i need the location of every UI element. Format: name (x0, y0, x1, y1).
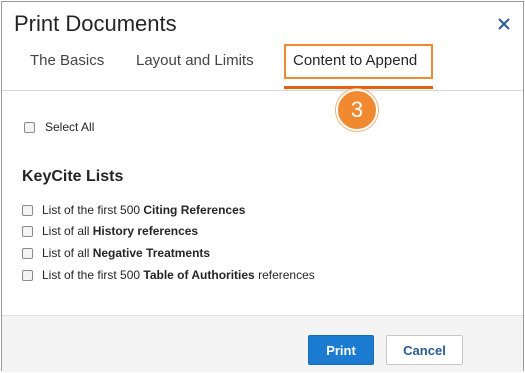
tab-the-basics[interactable]: The Basics (30, 52, 104, 69)
history-references-label: List of all History references (42, 224, 199, 238)
dialog-footer: Print Cancel (2, 315, 523, 372)
citing-references-label: List of the first 500 Citing References (42, 203, 246, 217)
tab-layout-and-limits[interactable]: Layout and Limits (136, 52, 254, 69)
step-badge: 3 (336, 89, 378, 131)
table-of-authorities-checkbox[interactable] (22, 270, 33, 281)
print-button[interactable]: Print (308, 335, 374, 365)
header-divider (2, 90, 523, 91)
citing-references-checkbox[interactable] (22, 205, 33, 216)
history-references-checkbox[interactable] (22, 226, 33, 237)
table-of-authorities-label: List of the first 500 Table of Authoriti… (42, 268, 315, 282)
tab-content-to-append[interactable]: Content to Append (293, 52, 417, 69)
print-documents-dialog: Print Documents The Basics Layout and Li… (1, 1, 524, 372)
select-all-label: Select All (45, 120, 95, 134)
negative-treatments-label: List of all Negative Treatments (42, 246, 211, 260)
tab-bar: The Basics Layout and Limits Content to … (2, 42, 523, 89)
select-all-checkbox[interactable] (24, 122, 35, 133)
negative-treatments-checkbox[interactable] (22, 248, 33, 259)
keycite-lists-heading: KeyCite Lists (22, 168, 124, 185)
close-icon[interactable] (496, 16, 512, 32)
cancel-button[interactable]: Cancel (386, 335, 463, 365)
dialog-title: Print Documents (14, 11, 177, 36)
